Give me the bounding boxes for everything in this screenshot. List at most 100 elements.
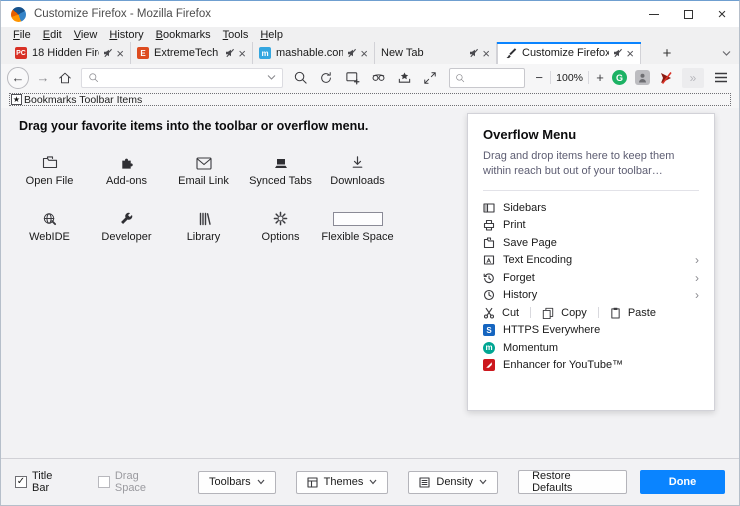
palette-item-flexible-space[interactable]: Flexible Space xyxy=(319,200,396,243)
tab-mute-icon[interactable] xyxy=(469,48,479,58)
restore-defaults-button[interactable]: Restore Defaults xyxy=(518,470,627,494)
overflow-item-save-page[interactable]: Save Page xyxy=(483,234,699,252)
hamburger-menu-button[interactable] xyxy=(709,67,733,89)
density-dropdown-button[interactable]: Density xyxy=(408,471,498,494)
palette-item-developer[interactable]: Developer xyxy=(88,200,165,243)
close-button[interactable]: × xyxy=(705,1,739,27)
tab-mute-icon[interactable] xyxy=(613,48,623,58)
open-file-icon xyxy=(42,154,58,170)
palette-item-email-link[interactable]: Email Link xyxy=(165,144,242,187)
tab-pcmag[interactable]: PC 18 Hidden Firefox Fun × xyxy=(9,42,131,64)
grammarly-extension-icon[interactable]: G xyxy=(612,70,627,85)
private-browsing-button[interactable] xyxy=(365,67,391,89)
clipboard-row: Cut Copy Paste xyxy=(483,304,699,322)
back-button[interactable]: ← xyxy=(7,67,29,89)
paste-button[interactable]: Paste xyxy=(610,307,656,319)
clipboard-icon xyxy=(610,307,621,319)
menu-bookmarks[interactable]: Bookmarks xyxy=(150,29,217,41)
tab-strip: PC 18 Hidden Firefox Fun × E ExtremeTech… xyxy=(1,42,739,64)
themes-icon xyxy=(307,477,318,488)
bookmarks-toolbar-dropzone[interactable]: ★ Bookmarks Toolbar Items xyxy=(9,93,731,106)
cut-button[interactable]: Cut xyxy=(483,307,519,319)
overflow-item-label: Print xyxy=(503,219,526,231)
palette-item-label: Downloads xyxy=(330,175,384,187)
menu-history[interactable]: History xyxy=(103,29,149,41)
reload-button[interactable] xyxy=(313,67,339,89)
minimize-button[interactable] xyxy=(637,1,671,27)
palette-item-open-file[interactable]: Open File xyxy=(11,144,88,187)
menu-file[interactable]: File xyxy=(7,29,37,41)
overflow-item-momentum[interactable]: m Momentum xyxy=(483,339,699,357)
tab-close-icon[interactable]: × xyxy=(116,47,124,60)
overflow-item-forget[interactable]: Forget › xyxy=(483,269,699,287)
toolbar-overflow-button[interactable]: » xyxy=(682,68,704,88)
palette-item-add-ons[interactable]: Add-ons xyxy=(88,144,165,187)
tab-mashable[interactable]: m mashable.com/ × xyxy=(253,42,375,64)
themes-label: Themes xyxy=(324,476,364,488)
menu-tools[interactable]: Tools xyxy=(217,29,255,41)
overflow-item-print[interactable]: Print xyxy=(483,216,699,234)
palette-item-label: Developer xyxy=(101,231,151,243)
copy-button[interactable]: Copy xyxy=(542,307,587,319)
menu-view[interactable]: View xyxy=(68,29,104,41)
tab-extremetech[interactable]: E ExtremeTech - Extrem × xyxy=(131,42,253,64)
tab-title: New Tab xyxy=(381,47,465,59)
title-bar-checkbox[interactable]: ✓ xyxy=(15,476,27,488)
done-button[interactable]: Done xyxy=(640,470,725,494)
divider xyxy=(598,307,599,318)
title-bar-checkbox-group[interactable]: ✓ Title Bar xyxy=(15,470,72,494)
zoom-level[interactable]: 100% xyxy=(554,72,585,84)
fullscreen-button[interactable] xyxy=(417,67,443,89)
chevron-down-icon xyxy=(722,50,731,57)
forward-button[interactable]: → xyxy=(33,67,53,89)
bookmarks-toolbar: ★ Bookmarks Toolbar Items xyxy=(1,91,739,108)
tab-mute-icon[interactable] xyxy=(103,48,113,58)
palette-item-options[interactable]: Options xyxy=(242,200,319,243)
density-label: Density xyxy=(436,476,473,488)
palette-item-synced-tabs[interactable]: Synced Tabs xyxy=(242,144,319,187)
home-button[interactable] xyxy=(53,67,77,89)
overflow-item-history[interactable]: History › xyxy=(483,286,699,304)
muted-pointer-extension-icon[interactable] xyxy=(658,70,673,85)
new-window-button[interactable] xyxy=(339,67,365,89)
drag-space-checkbox[interactable] xyxy=(98,476,110,488)
all-tabs-dropdown-button[interactable] xyxy=(715,42,737,64)
palette-item-webide[interactable]: WebIDE xyxy=(11,200,88,243)
address-bar[interactable] xyxy=(81,68,283,88)
widget-palette: Open File Add-ons Email Link Synced Tabs… xyxy=(11,144,396,243)
themes-dropdown-button[interactable]: Themes xyxy=(296,471,389,494)
gray-extension-icon[interactable] xyxy=(635,70,650,85)
tab-new-tab[interactable]: New Tab × xyxy=(375,42,497,64)
brush-wedge-icon xyxy=(485,361,493,369)
tab-close-icon[interactable]: × xyxy=(482,47,490,60)
bookmarks-menu-button[interactable] xyxy=(391,67,417,89)
search-field[interactable] xyxy=(449,68,525,88)
maximize-button[interactable] xyxy=(671,1,705,27)
chevron-down-icon[interactable] xyxy=(267,74,276,81)
menu-help[interactable]: Help xyxy=(254,29,289,41)
tab-close-icon[interactable]: × xyxy=(626,47,634,60)
overflow-item-label: Enhancer for YouTube™ xyxy=(503,359,623,371)
overflow-item-https-everywhere[interactable]: S HTTPS Everywhere xyxy=(483,321,699,339)
drag-space-checkbox-group[interactable]: Drag Space xyxy=(98,470,172,494)
puzzle-icon xyxy=(119,155,134,170)
bookmarks-star-tray-icon xyxy=(397,70,412,85)
zoom-out-button[interactable]: − xyxy=(531,70,547,85)
overflow-item-text-encoding[interactable]: Text Encoding › xyxy=(483,251,699,269)
palette-item-downloads[interactable]: Downloads xyxy=(319,144,396,187)
palette-item-library[interactable]: Library xyxy=(165,200,242,243)
tab-close-icon[interactable]: × xyxy=(238,47,246,60)
overflow-item-enhancer-youtube[interactable]: Enhancer for YouTube™ xyxy=(483,356,699,374)
tab-title: mashable.com/ xyxy=(276,47,343,59)
library-books-icon xyxy=(196,212,212,226)
search-button[interactable] xyxy=(287,67,313,89)
tab-mute-icon[interactable] xyxy=(347,48,357,58)
new-tab-button[interactable]: + xyxy=(655,42,679,64)
overflow-item-sidebars[interactable]: Sidebars xyxy=(483,199,699,217)
menu-edit[interactable]: Edit xyxy=(37,29,68,41)
zoom-in-button[interactable]: + xyxy=(592,70,608,85)
tab-close-icon[interactable]: × xyxy=(360,47,368,60)
tab-mute-icon[interactable] xyxy=(225,48,235,58)
toolbars-dropdown-button[interactable]: Toolbars xyxy=(198,471,276,494)
tab-customize-firefox-active[interactable]: Customize Firefox × xyxy=(497,42,641,64)
